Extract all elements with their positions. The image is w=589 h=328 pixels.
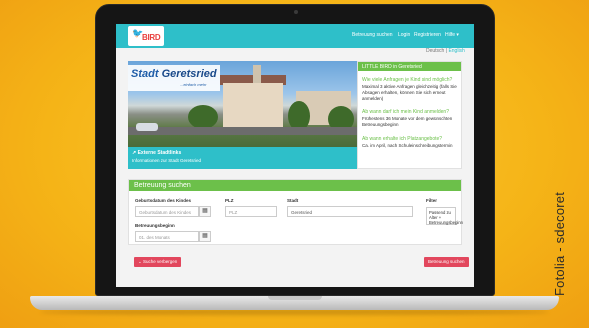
faq-question-3: Ab wann erhalte ich Platzangebote? (362, 136, 443, 142)
faq-question-1: Wie viele Anfragen je Kind sind möglich? (362, 77, 453, 83)
photo-car (136, 123, 158, 131)
hide-search-button[interactable]: ⌄ Suche verbergen (134, 257, 182, 267)
laptop-base (30, 296, 559, 310)
external-links-subtitle: Informationen zur Stadt Geretsried (132, 158, 202, 163)
nav-registrieren[interactable]: Registrieren (414, 32, 441, 38)
info-title: LITTLE BIRD in Geretsried (358, 62, 461, 71)
nav-betreuung-suchen[interactable]: Betreuung suchen (352, 32, 393, 38)
info-panel: LITTLE BIRD in Geretsried Wie viele Anfr… (357, 61, 462, 169)
calendar-icon[interactable]: ▦ (199, 206, 211, 217)
start-label: Betreuungsbeginn (135, 223, 175, 228)
filter-label: Filter (426, 198, 438, 203)
faq-answer-3: Ca. im April, nach Schuleinschreibungste… (362, 143, 453, 148)
photo-building (223, 83, 283, 127)
search-title: Betreuung suchen (129, 180, 461, 191)
photo-credit: Fotolia - sdecoret (552, 191, 567, 296)
plz-label: PLZ (225, 198, 234, 203)
city-sign: Stadt Geretsried ...einfach mehr (128, 65, 220, 91)
nav-hilfe[interactable]: Hilfe ▾ (445, 32, 459, 38)
logo[interactable]: 🐦 BIRD (128, 26, 164, 46)
submit-search-button[interactable]: Betreuung suchen (424, 257, 469, 267)
photo-road (128, 127, 357, 135)
lang-separator: | (445, 48, 448, 54)
birthdate-input[interactable]: Geburtsdatum des Kindes (135, 206, 199, 217)
photo-tree (188, 105, 218, 129)
city-label: Stadt (287, 198, 299, 203)
city-input[interactable]: Geretsried (287, 206, 413, 217)
photo-caption[interactable]: ↗ Externe Stadtlinks Informationen zur S… (128, 147, 357, 169)
lang-de[interactable]: Deutsch (426, 48, 444, 54)
camera-icon (294, 10, 298, 14)
city-photo: Stadt Geretsried ...einfach mehr (128, 61, 357, 147)
birthdate-label: Geburtsdatum des Kindes (135, 198, 192, 203)
calendar-icon[interactable]: ▦ (199, 231, 211, 242)
logo-text: BIRD (142, 33, 161, 42)
city-name: Stadt Geretsried (131, 68, 217, 80)
city-tagline: ...einfach mehr (180, 82, 207, 87)
photo-tower (253, 65, 261, 83)
faq-answer-1: Maximal 3 aktive Anfragen gleichzeitig (… (362, 84, 457, 101)
faq-question-2: Ab wann darf ich mein Kind anmelden? (362, 109, 449, 115)
lang-en[interactable]: English (448, 48, 464, 54)
faq-answer-2: Frühestens 36 Monate vor dem gewünschten… (362, 116, 453, 127)
search-panel: Betreuung suchen Geburtsdatum des Kindes… (128, 179, 463, 245)
navbar: 🐦 BIRD Betreuung suchen Login Registrier… (116, 24, 474, 48)
nav-login[interactable]: Login (398, 32, 410, 38)
language-switch: Deutsch | English (426, 48, 465, 54)
external-links-title[interactable]: ↗ Externe Stadtlinks (132, 150, 181, 156)
plz-input[interactable]: PLZ (225, 206, 277, 217)
start-input[interactable]: 01. des Monats (135, 231, 199, 242)
screen: 🐦 BIRD Betreuung suchen Login Registrier… (116, 24, 474, 287)
filter-select[interactable]: Passend zu Alter + Betreuungsbeginn (426, 207, 463, 225)
laptop-notch (268, 296, 322, 300)
